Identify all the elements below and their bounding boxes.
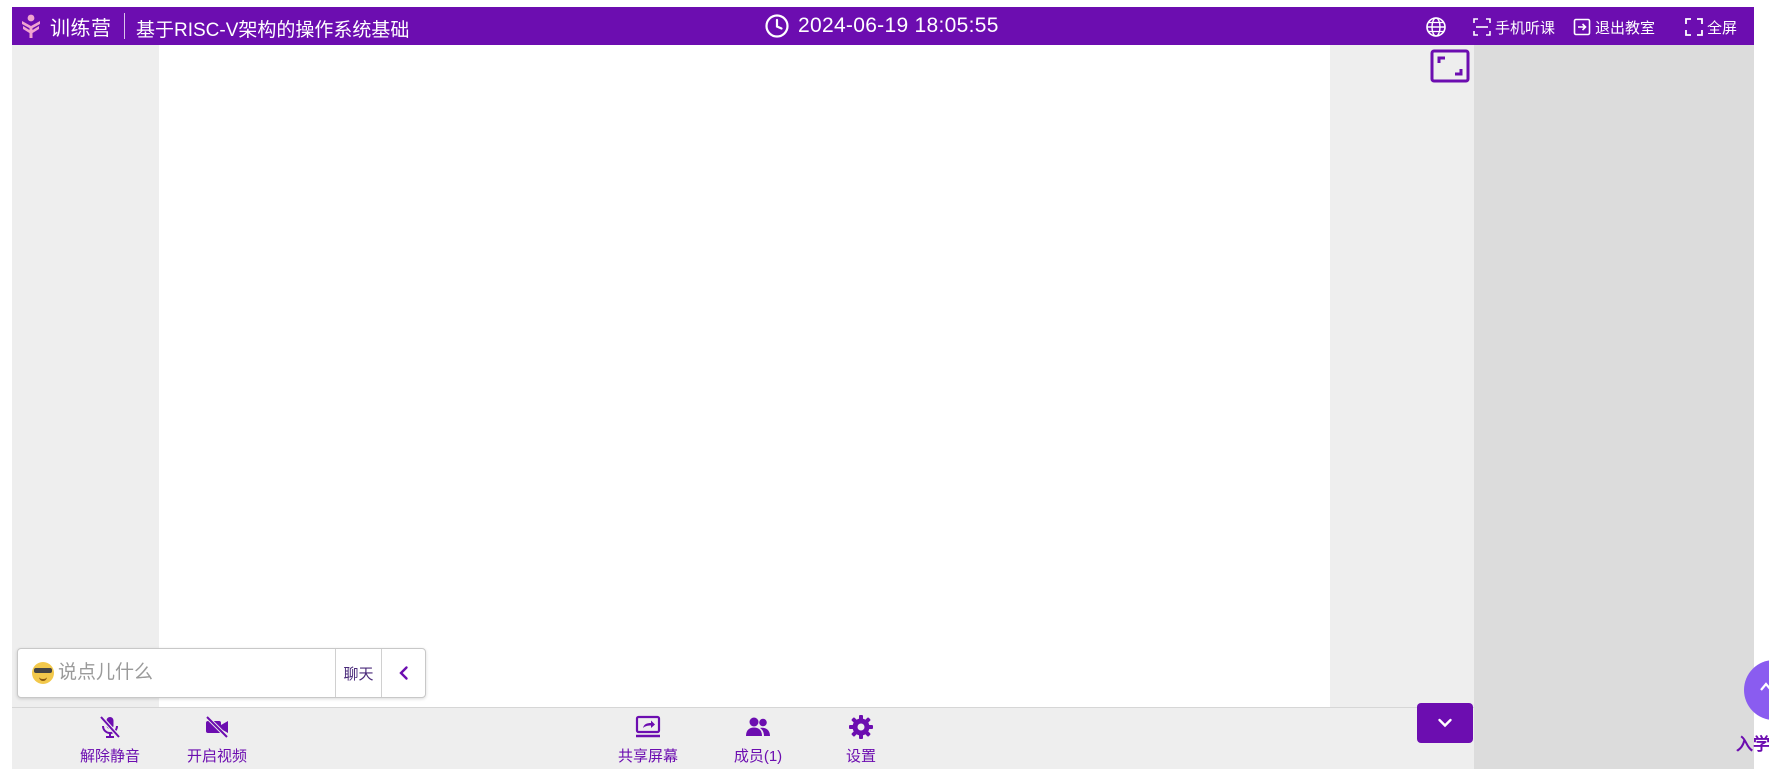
- clock-icon: [765, 14, 789, 38]
- unmute-button[interactable]: 解除静音: [70, 714, 150, 766]
- chevron-left-icon: [399, 666, 408, 680]
- scan-icon: [1473, 18, 1491, 36]
- gear-icon: [849, 715, 873, 739]
- chat-collapse-button[interactable]: [382, 649, 426, 697]
- top-header: 训练营 基于RISC-V架构的操作系统基础 2024-06-19 18:05:5…: [12, 7, 1754, 45]
- chevron-down-icon: [1438, 718, 1452, 728]
- more-dropdown-button[interactable]: [1417, 703, 1473, 743]
- members-button[interactable]: 成员(1): [714, 714, 802, 766]
- fullscreen-button[interactable]: 全屏: [1685, 16, 1737, 38]
- mobile-listen-button[interactable]: 手机听课: [1473, 16, 1555, 38]
- users-icon: [746, 717, 770, 736]
- chat-box: 聊天: [17, 648, 426, 698]
- chat-tab[interactable]: 聊天: [335, 649, 382, 697]
- globe-icon[interactable]: [1425, 16, 1447, 38]
- screen-share-icon: [635, 715, 661, 738]
- emoji-icon[interactable]: [32, 662, 54, 684]
- brand: 训练营: [18, 12, 112, 40]
- bottom-toolbar: 解除静音 开启视频 共享屏幕 成员(1) 设置: [12, 707, 1474, 769]
- exit-classroom-label: 退出教室: [1595, 19, 1656, 37]
- chat-input-area: [18, 649, 335, 697]
- chat-input[interactable]: [56, 661, 316, 685]
- datetime-display: 2024-06-19 18:05:55: [798, 14, 999, 37]
- exit-classroom-button[interactable]: 退出教室: [1573, 16, 1655, 38]
- brand-name: 训练营: [50, 17, 112, 40]
- fullscreen-label: 全屏: [1707, 19, 1738, 37]
- start-video-label: 开启视频: [186, 748, 247, 765]
- stage-left-margin: [12, 45, 159, 707]
- enroll-label: 入学: [1736, 735, 1769, 754]
- main-stage: [159, 45, 1330, 707]
- unmute-label: 解除静音: [79, 748, 140, 765]
- expand-icon[interactable]: [1430, 49, 1470, 83]
- start-video-button[interactable]: 开启视频: [177, 714, 257, 766]
- brand-logo-icon: [22, 14, 40, 38]
- exit-icon: [1573, 18, 1591, 36]
- side-panel: [1474, 45, 1754, 769]
- fullscreen-icon: [1685, 18, 1703, 36]
- share-screen-label: 共享屏幕: [617, 748, 678, 765]
- share-screen-button[interactable]: 共享屏幕: [608, 714, 688, 766]
- classroom-app: 训练营 基于RISC-V架构的操作系统基础 2024-06-19 18:05:5…: [12, 7, 1754, 769]
- clock: 2024-06-19 18:05:55: [764, 11, 999, 41]
- header-divider: [124, 13, 125, 39]
- members-label: 成员(1): [733, 748, 783, 765]
- mic-off-icon: [99, 715, 121, 739]
- up-arrow-icon: [1760, 682, 1769, 691]
- settings-button[interactable]: 设置: [831, 714, 891, 766]
- mobile-listen-label: 手机听课: [1495, 19, 1556, 37]
- course-title: 基于RISC-V架构的操作系统基础: [136, 20, 410, 41]
- video-off-icon: [205, 715, 229, 739]
- settings-label: 设置: [845, 748, 876, 765]
